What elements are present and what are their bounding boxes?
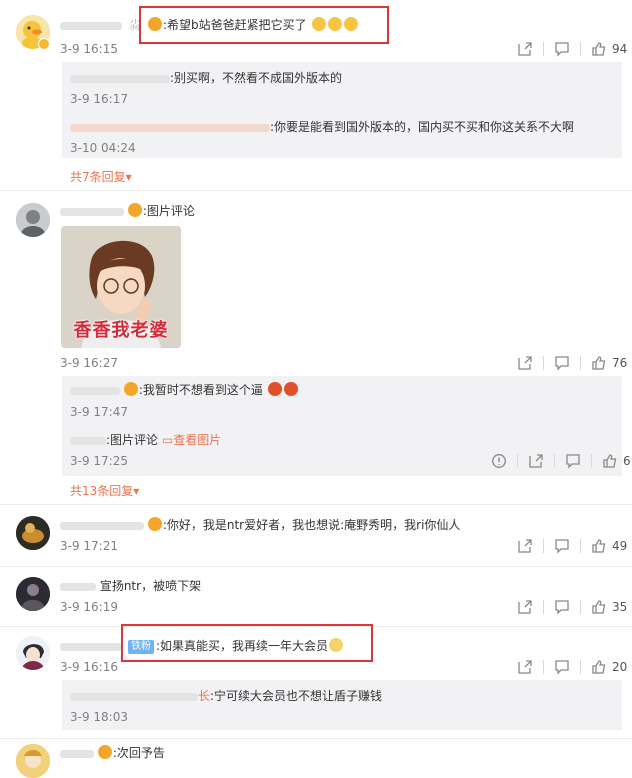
share-icon[interactable] [527, 452, 545, 470]
comment-icon[interactable] [553, 40, 571, 58]
share-icon[interactable] [516, 658, 534, 676]
timestamp: 3-9 16:16 [60, 660, 118, 674]
comment-text-row: 尛 [60, 17, 142, 33]
fan-badge-icon [123, 382, 138, 396]
photo-avatar-icon [16, 516, 50, 550]
timestamp: 3-10 04:24 [70, 141, 136, 155]
image-caption: 香香我老婆 [73, 320, 169, 341]
share-icon[interactable] [516, 354, 534, 372]
timestamp: 3-9 17:47 [70, 405, 128, 419]
emoji-icon [283, 382, 298, 396]
username-blurred[interactable] [60, 521, 144, 530]
action-bar: 94 [516, 40, 627, 58]
avatar[interactable] [16, 636, 50, 670]
view-image-link[interactable]: ▭查看图片 [162, 433, 221, 447]
username-blurred[interactable] [70, 436, 106, 445]
timestamp: 3-9 16:27 [60, 356, 118, 370]
username-blurred[interactable] [60, 582, 96, 591]
share-icon[interactable] [516, 40, 534, 58]
like-count: 76 [612, 356, 628, 370]
reply-text-row: 长:宁可续大会员也不想让盾子赚钱 [70, 688, 382, 704]
like-icon[interactable] [590, 40, 608, 58]
like-icon[interactable] [590, 598, 608, 616]
fan-badge-icon [127, 203, 142, 217]
emoji-icon [267, 382, 282, 396]
username-blurred[interactable] [70, 74, 170, 83]
fan-badge-icon [97, 745, 112, 759]
verified-badge-icon [38, 38, 50, 50]
emoji-icon [329, 638, 344, 652]
reply-text-row: :图片评论 ▭查看图片 [70, 432, 221, 448]
like-count: 20 [612, 660, 628, 674]
divider [0, 190, 632, 191]
divider [0, 504, 632, 505]
more-replies-link[interactable]: 共13条回复▾ [70, 482, 139, 499]
avatar[interactable] [16, 516, 50, 550]
comment-text-row: :图片评论 [60, 203, 195, 219]
divider [0, 738, 632, 739]
like-icon[interactable] [590, 354, 608, 372]
like-count: 6 [623, 454, 631, 468]
emoji-icon [311, 17, 326, 31]
photo-avatar-icon [16, 577, 50, 611]
emoji-icon [343, 17, 358, 31]
avatar[interactable] [16, 203, 50, 237]
comment-icon[interactable] [564, 452, 582, 470]
fan-badge-icon [147, 517, 162, 531]
like-icon[interactable] [601, 452, 619, 470]
action-bar: 20 [516, 658, 627, 676]
comment-icon[interactable] [553, 598, 571, 616]
comment-text-row [60, 638, 122, 654]
like-icon[interactable] [590, 658, 608, 676]
like-count: 35 [612, 600, 628, 614]
more-replies-link[interactable]: 共7条回复▾ [70, 168, 132, 185]
share-icon[interactable] [516, 598, 534, 616]
fan-badge-icon [148, 17, 162, 31]
username-blurred[interactable] [70, 386, 120, 395]
iron-fan-badge: 铁粉 [128, 640, 154, 654]
comment-text: :希望b站爸爸赶紧把它买了 [148, 17, 359, 33]
comment-icon[interactable] [553, 354, 571, 372]
action-bar: 35 [516, 598, 627, 616]
image-icon: ▭ [161, 433, 174, 447]
photo-avatar-icon [16, 203, 50, 237]
like-count: 49 [612, 539, 628, 553]
avatar[interactable] [16, 577, 50, 611]
reply-text-row: :别买啊，不然看不成国外版本的 [70, 70, 342, 86]
like-count: 94 [612, 42, 628, 56]
username-blurred[interactable] [60, 21, 122, 30]
emoji-icon [327, 17, 342, 31]
share-icon[interactable] [516, 537, 534, 555]
avatar[interactable] [16, 744, 50, 778]
username-blurred[interactable] [60, 207, 124, 216]
timestamp: 3-9 16:19 [60, 600, 118, 614]
comment-text-row: :次回予告 [60, 745, 165, 761]
divider [0, 566, 632, 567]
like-icon[interactable] [590, 537, 608, 555]
action-bar: 6 [490, 452, 631, 470]
timestamp: 3-9 17:21 [60, 539, 118, 553]
comment-text-row: 宣扬ntr，被喷下架 [60, 578, 201, 594]
username-blurred[interactable] [60, 749, 94, 758]
timestamp: 3-9 17:25 [70, 454, 128, 468]
comment-image[interactable]: 香香我老婆 [61, 226, 181, 348]
anime-avatar-icon [16, 744, 50, 778]
timestamp: 3-9 16:17 [70, 92, 128, 106]
reply-text-row: :我暂时不想看到这个逼 [70, 382, 299, 398]
reply-text-row: :你要是能看到国外版本的，国内买不买和你这关系不大啊 [70, 119, 574, 135]
comment-icon[interactable] [553, 537, 571, 555]
comment-icon[interactable] [553, 658, 571, 676]
username-blurred[interactable] [70, 692, 198, 701]
comment-text-row: :你好，我是ntr爱好者，我也想说:庵野秀明，我ri你仙人 [60, 517, 460, 533]
timestamp: 3-9 18:03 [70, 710, 128, 724]
timestamp: 3-9 16:15 [60, 42, 118, 56]
report-icon[interactable] [490, 452, 508, 470]
comment-text: 铁粉:如果真能买，我再续一年大会员 [128, 638, 344, 654]
username-blurred[interactable] [60, 642, 122, 651]
action-bar: 76 [516, 354, 627, 372]
action-bar: 49 [516, 537, 627, 555]
username-blurred[interactable] [70, 123, 270, 132]
anime-avatar-icon [16, 636, 50, 670]
